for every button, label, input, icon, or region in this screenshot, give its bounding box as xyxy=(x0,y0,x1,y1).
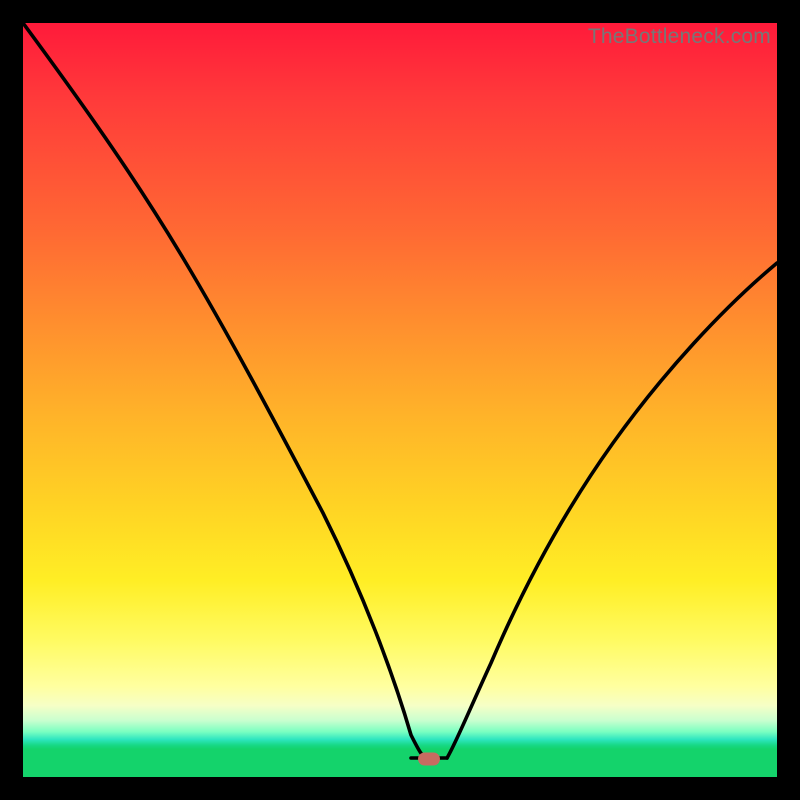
watermark-text: TheBottleneck.com xyxy=(588,25,771,49)
chart-frame: TheBottleneck.com xyxy=(0,0,800,800)
plot-area: TheBottleneck.com xyxy=(23,23,777,777)
optimal-marker xyxy=(418,753,440,766)
bottleneck-curve xyxy=(23,23,777,777)
